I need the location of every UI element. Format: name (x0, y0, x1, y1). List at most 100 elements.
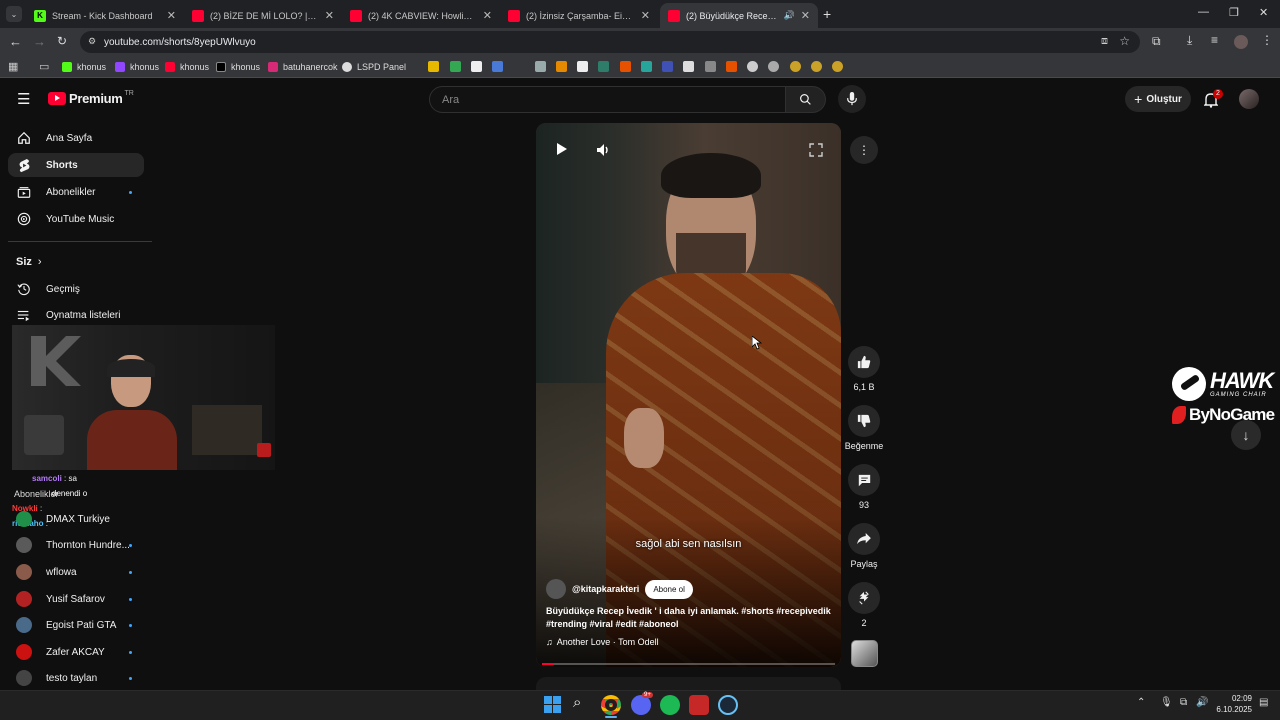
bookmark-lspd[interactable]: LSPD Panel (342, 60, 406, 74)
subscribe-button[interactable]: Abone ol (645, 579, 693, 599)
voice-search-button[interactable] (838, 85, 866, 113)
reload-icon[interactable]: ↻ (57, 34, 67, 48)
play-icon[interactable] (557, 143, 567, 155)
close-window-button[interactable]: ✕ (1259, 6, 1268, 19)
sidebar-subscription[interactable]: Thornton Hundre... (8, 533, 144, 557)
sidebar-subscription[interactable]: Yusif Safarov (8, 587, 144, 611)
bookmark-icon[interactable] (598, 61, 609, 72)
site-info-icon[interactable]: ⚙ (88, 36, 96, 47)
sidebar-item-playlists[interactable]: Oynatma listeleri (8, 303, 144, 327)
bookmark-icon[interactable] (577, 61, 588, 72)
close-icon[interactable]: ✕ (167, 9, 176, 22)
tray-chevron-up-icon[interactable]: ⌃ (1137, 697, 1145, 708)
chrome-icon[interactable] (601, 695, 621, 715)
volume-icon[interactable] (597, 144, 611, 156)
fullscreen-icon[interactable] (809, 143, 823, 157)
channel-avatar[interactable] (546, 579, 566, 599)
steam-icon[interactable] (718, 695, 738, 715)
sidebar-you-heading[interactable]: Siz › (16, 256, 42, 268)
bookmark-icon[interactable] (726, 61, 737, 72)
star-icon[interactable]: ☆ (1119, 34, 1130, 48)
music-row[interactable]: ♫ Another Love · Tom Odell (546, 637, 659, 647)
dislike-button[interactable] (848, 405, 880, 437)
folder-icon[interactable]: ▭ (39, 60, 49, 73)
sidebar-item-home[interactable]: Ana Sayfa (8, 126, 144, 150)
tab-5sriders[interactable]: (2) BİZE DE Mİ LOLO? | 5Sriders ✕ (184, 3, 342, 28)
media-icon[interactable]: ≡ (1211, 33, 1218, 47)
sound-thumbnail[interactable] (851, 640, 878, 667)
sidebar-item-subscriptions[interactable]: Abonelikler (8, 180, 144, 204)
channel-name[interactable]: @kitapkarakteri (572, 584, 639, 594)
bookmark-icon[interactable] (790, 61, 801, 72)
sidebar-subscription[interactable]: Egoist Pati GTA (8, 613, 144, 637)
volume-tray-icon[interactable]: 🔊 (1196, 697, 1208, 708)
bookmark-icon[interactable] (492, 61, 503, 72)
tab-cabview[interactable]: (2) 4K CABVIEW: Howling wind ✕ (342, 3, 500, 28)
new-tab-button[interactable]: + (823, 6, 831, 22)
notification-center-icon[interactable]: ▤ (1259, 697, 1268, 708)
forward-icon[interactable]: → (33, 34, 46, 49)
sidebar-item-history[interactable]: Geçmiş (8, 277, 144, 301)
notifications-button[interactable]: 2 (1203, 89, 1223, 108)
bookmark-instagram[interactable]: batuhanercok (268, 60, 338, 74)
microphone-tray-icon[interactable]: 🎙 (1160, 697, 1173, 708)
app-icon[interactable] (689, 695, 709, 715)
bookmark-icon[interactable] (832, 61, 843, 72)
tab-recep-ivedik[interactable]: (2) Büyüdükçe Recep İvedik 🔊 ✕ (660, 3, 818, 28)
speaker-icon[interactable]: 🔊 (784, 10, 795, 21)
sidebar-item-youtube-music[interactable]: YouTube Music (8, 207, 144, 231)
menu-icon[interactable]: ⋮ (1261, 33, 1273, 47)
bookmark-icon[interactable] (620, 61, 631, 72)
apps-icon[interactable]: ▦ (8, 60, 18, 73)
close-icon[interactable]: ✕ (483, 9, 492, 22)
bookmark-icon[interactable] (471, 61, 482, 72)
create-button[interactable]: + Oluştur (1125, 86, 1191, 112)
shorts-video-player[interactable]: sağol abi sen nasılsın @kitapkarakteri A… (536, 123, 841, 667)
extensions-icon[interactable]: ⧉ (1152, 34, 1161, 49)
bookmark-icon[interactable] (556, 61, 567, 72)
video-progress-bar[interactable] (542, 663, 835, 665)
close-icon[interactable]: ✕ (801, 9, 810, 22)
bookmark-icon[interactable] (705, 61, 716, 72)
bookmark-icon[interactable] (641, 61, 652, 72)
like-button[interactable] (848, 346, 880, 378)
bookmark-icon[interactable] (683, 61, 694, 72)
remix-button[interactable] (848, 582, 880, 614)
more-options-button[interactable]: ⋮ (850, 136, 878, 164)
discord-icon[interactable] (631, 695, 651, 715)
bookmark-icon[interactable] (662, 61, 673, 72)
youtube-premium-logo[interactable]: Premium TR (48, 90, 134, 106)
hamburger-menu-icon[interactable]: ☰ (17, 90, 30, 108)
windows-start-icon[interactable] (544, 696, 561, 713)
bookmark-twitch[interactable]: khonus (115, 60, 159, 74)
taskbar-clock[interactable]: 02:09 6.10.2025 (1212, 693, 1252, 715)
tab-izinsiz-carsamba[interactable]: (2) İzinsiz Çarşamba- Eightborn ✕ (500, 3, 658, 28)
sidebar-subscription[interactable]: DMAX Turkiye (8, 507, 144, 531)
account-avatar[interactable] (1239, 89, 1259, 109)
bookmark-icon[interactable] (768, 61, 779, 72)
bookmark-youtube[interactable]: khonus (165, 60, 209, 74)
close-icon[interactable]: ✕ (641, 9, 650, 22)
tab-search-button[interactable]: ⌄ (6, 6, 22, 22)
bookmark-icon[interactable] (428, 61, 439, 72)
profile-avatar[interactable] (1234, 35, 1248, 49)
comments-button[interactable] (848, 464, 880, 496)
video-description[interactable]: Büyüdükçe Recep İvedik ' i daha iyi anla… (546, 605, 831, 631)
install-icon[interactable]: ⧈ (1101, 35, 1108, 48)
close-icon[interactable]: ✕ (325, 9, 334, 22)
bookmark-icon[interactable] (535, 61, 546, 72)
sidebar-subscription[interactable]: Zafer AKCAY (8, 640, 144, 664)
bookmark-icon[interactable] (450, 61, 461, 72)
sidebar-subscription[interactable]: testo taylan (8, 666, 144, 690)
bookmark-icon[interactable] (811, 61, 822, 72)
taskbar-search-icon[interactable]: ⌕ (573, 694, 581, 711)
download-icon[interactable]: ⤓ (1187, 33, 1192, 48)
scroll-down-button[interactable]: ↓ (1231, 420, 1261, 450)
network-icon[interactable]: ⧉ (1180, 697, 1187, 708)
search-button[interactable] (786, 86, 826, 113)
spotify-icon[interactable] (660, 695, 680, 715)
restore-button[interactable]: ❐ (1229, 6, 1239, 19)
bookmark-icon[interactable] (747, 61, 758, 72)
url-field[interactable]: ⚙ youtube.com/shorts/8yepUWlvuyo ⧈ ☆ (80, 31, 1140, 53)
bookmark-kick[interactable]: khonus (62, 60, 106, 74)
